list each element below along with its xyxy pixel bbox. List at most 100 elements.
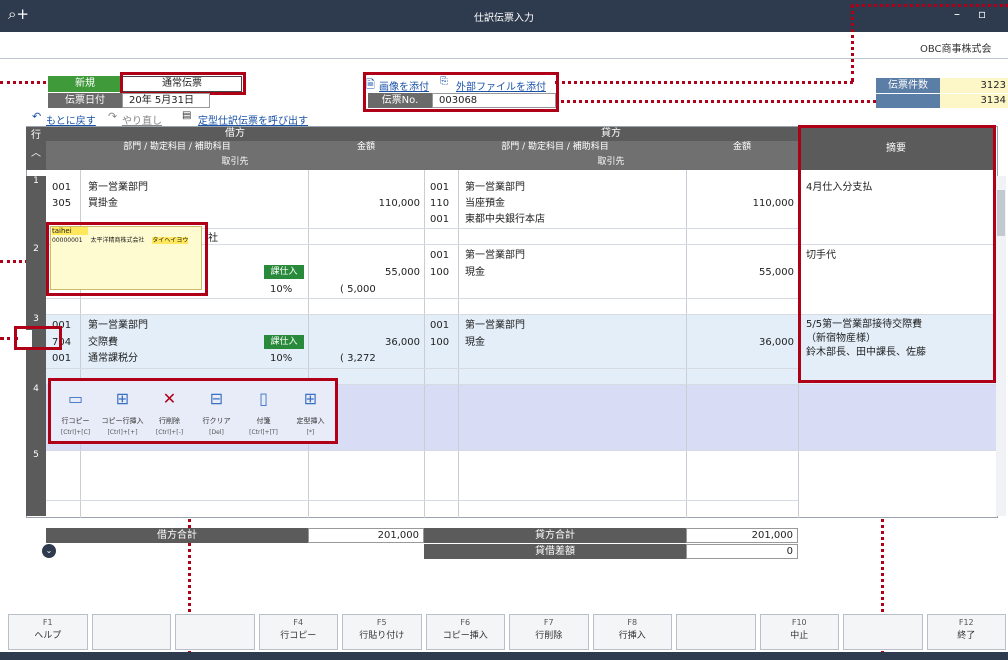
function-key-bar: F1 ヘルプ F4 行コピー F5 行貼り付け F6 コピー挿入 F7 行削除 F8 行挿入 F10 中止… <box>0 612 1008 652</box>
debit-dept-code[interactable]: 001 <box>52 180 71 195</box>
redo-link[interactable]: やり直し <box>122 112 162 127</box>
row-number[interactable]: 5 <box>26 450 46 516</box>
grid-line <box>46 500 798 501</box>
function-key-10[interactable] <box>843 614 923 650</box>
function-key-label: 行貼り付け <box>359 631 405 641</box>
toolbar-button-shortcut: [Ctrl]+[C] <box>60 429 91 436</box>
attach-image-link[interactable]: 画像を添付 <box>379 78 429 93</box>
debit-amount[interactable]: 55,000 <box>308 265 420 280</box>
tax-rate: 10% <box>270 353 293 364</box>
diff-label: 貸借差額 <box>424 544 686 559</box>
undo-icon[interactable]: ↶ <box>32 110 41 123</box>
function-key-1[interactable] <box>91 614 171 650</box>
credit-total-label: 貸方合計 <box>424 528 686 543</box>
collapse-icon[interactable]: ︿ <box>31 148 41 159</box>
toolbar-button-1[interactable]: ⊞ コピー行挿入 [Ctrl]+[+] <box>99 384 146 440</box>
tax-badge: 課仕入 <box>264 265 304 279</box>
function-key-label: ヘルプ <box>34 631 62 641</box>
mode-badge: 新規 <box>48 76 122 92</box>
debit-amount[interactable]: 110,000 <box>308 196 420 211</box>
function-key-code: F12 <box>958 618 974 627</box>
credit-dept-code[interactable]: 001 <box>430 180 449 195</box>
sticky-note-icon: ▯ <box>259 389 268 408</box>
function-key-9[interactable]: F10 中止 <box>759 614 839 650</box>
template-link[interactable]: 定型仕訳伝票を呼び出す <box>198 112 308 127</box>
grid-line <box>46 298 798 299</box>
toolbar-button-3[interactable]: ⊟ 行クリア [Del] <box>193 384 240 440</box>
function-key-8[interactable] <box>676 614 756 650</box>
grid-line <box>46 450 996 451</box>
debit-sub-name: 通常課税分 <box>88 353 138 364</box>
suggest-highlight <box>46 222 208 296</box>
function-key-7[interactable]: F8 行挿入 <box>592 614 672 650</box>
function-key-11[interactable]: F12 終了 <box>926 614 1006 650</box>
function-key-2[interactable] <box>175 614 255 650</box>
scrollbar-thumb[interactable] <box>997 190 1005 236</box>
debit-account-name: 買掛金 <box>88 198 118 209</box>
grid-line <box>458 170 459 518</box>
credit-account-code[interactable]: 100 <box>430 335 449 350</box>
credit-sub-code[interactable]: 001 <box>430 212 449 227</box>
debit-dept-name: 第一営業部門 <box>88 182 148 193</box>
toolbar-button-5[interactable]: ⊞ 定型挿入 [*] <box>287 384 334 440</box>
toolbar-button-0[interactable]: ▭ 行コピー [Ctrl]+[C] <box>52 384 99 440</box>
debit-account-name: 交際費 <box>88 337 118 348</box>
toolbar-button-shortcut: [Ctrl]+[+] <box>107 429 138 436</box>
attach-file-icon: ⎘ <box>440 76 448 87</box>
function-key-0[interactable]: F1 ヘルプ <box>8 614 88 650</box>
debit-tax-amount: ( 5,000 <box>340 284 376 295</box>
row-number[interactable]: 2 <box>26 244 46 314</box>
row-copy-icon: ▭ <box>67 389 84 408</box>
diff-value: 0 <box>686 544 798 559</box>
voucher-count-label: 伝票件数 <box>876 78 940 93</box>
toolbar-button-shortcut: [*] <box>306 429 315 436</box>
toolbar-button-4[interactable]: ▯ 付箋 [Ctrl]+[T] <box>240 384 287 440</box>
function-key-label: 行削除 <box>535 631 563 641</box>
date-label: 伝票日付 <box>48 93 122 108</box>
undo-link[interactable]: もとに戻す <box>46 112 96 127</box>
debit-total-label: 借方合計 <box>46 528 308 543</box>
voucher-count2-value: 3134 <box>940 94 1008 108</box>
insert-copy-row-icon: ⊞ <box>115 389 130 408</box>
row-number[interactable]: 4 <box>26 384 46 450</box>
attach-file-link[interactable]: 外部ファイルを添付 <box>456 78 546 93</box>
toolbar-button-2[interactable]: ✕ 行削除 [Ctrl]+[-] <box>146 384 193 440</box>
debit-partner[interactable]: 社 <box>208 231 218 246</box>
expand-down-icon[interactable]: ⌄ <box>42 544 56 558</box>
callout-line <box>851 4 1008 7</box>
window-title: 仕訳伝票入力 <box>474 13 534 24</box>
status-bar <box>0 652 1008 660</box>
company-name: OBC商事株式会 <box>920 44 992 55</box>
credit-amount[interactable]: 55,000 <box>686 265 794 280</box>
function-key-label: 終了 <box>957 631 976 641</box>
credit-dept-name: 第一営業部門 <box>465 320 525 331</box>
minimize-icon[interactable]: – <box>954 7 960 21</box>
restore-icon[interactable]: ▫ <box>978 7 986 21</box>
credit-dept-code[interactable]: 001 <box>430 318 449 333</box>
function-key-6[interactable]: F7 行削除 <box>509 614 589 650</box>
function-key-5[interactable]: F6 コピー挿入 <box>425 614 505 650</box>
tax-badge: 課仕入 <box>264 335 304 349</box>
toolbar-button-label: 定型挿入 <box>296 417 325 425</box>
row-toolbar-buttons: ▭ 行コピー [Ctrl]+[C] ⊞ コピー行挿入 [Ctrl]+[+] ✕ 行削除 [Ctr… <box>52 384 334 440</box>
voucher-date-field[interactable]: 20年 5月31日 <box>122 93 210 108</box>
credit-dept-name: 第一営業部門 <box>465 182 525 193</box>
callout-line <box>555 81 853 84</box>
voucher-count-value: 3123 <box>940 78 1008 93</box>
credit-amount[interactable]: 110,000 <box>686 196 794 211</box>
credit-dept-code[interactable]: 001 <box>430 248 449 263</box>
debit-account-code[interactable]: 305 <box>52 196 71 211</box>
callout-line <box>851 4 854 82</box>
function-key-4[interactable]: F5 行貼り付け <box>342 614 422 650</box>
row-number[interactable]: 1 <box>26 176 46 244</box>
debit-amount[interactable]: 36,000 <box>308 335 420 350</box>
credit-account-code[interactable]: 100 <box>430 265 449 280</box>
toolbar-button-shortcut: [Ctrl]+[-] <box>155 429 184 436</box>
credit-account-code[interactable]: 110 <box>430 196 449 211</box>
debit-sub-code[interactable]: 001 <box>52 351 71 366</box>
function-key-3[interactable]: F4 行コピー <box>258 614 338 650</box>
credit-amount[interactable]: 36,000 <box>686 335 794 350</box>
function-key-code: F4 <box>293 618 304 627</box>
voucher-no-field[interactable]: 003068 <box>432 93 556 108</box>
toolbar-button-shortcut: [Del] <box>209 429 224 436</box>
